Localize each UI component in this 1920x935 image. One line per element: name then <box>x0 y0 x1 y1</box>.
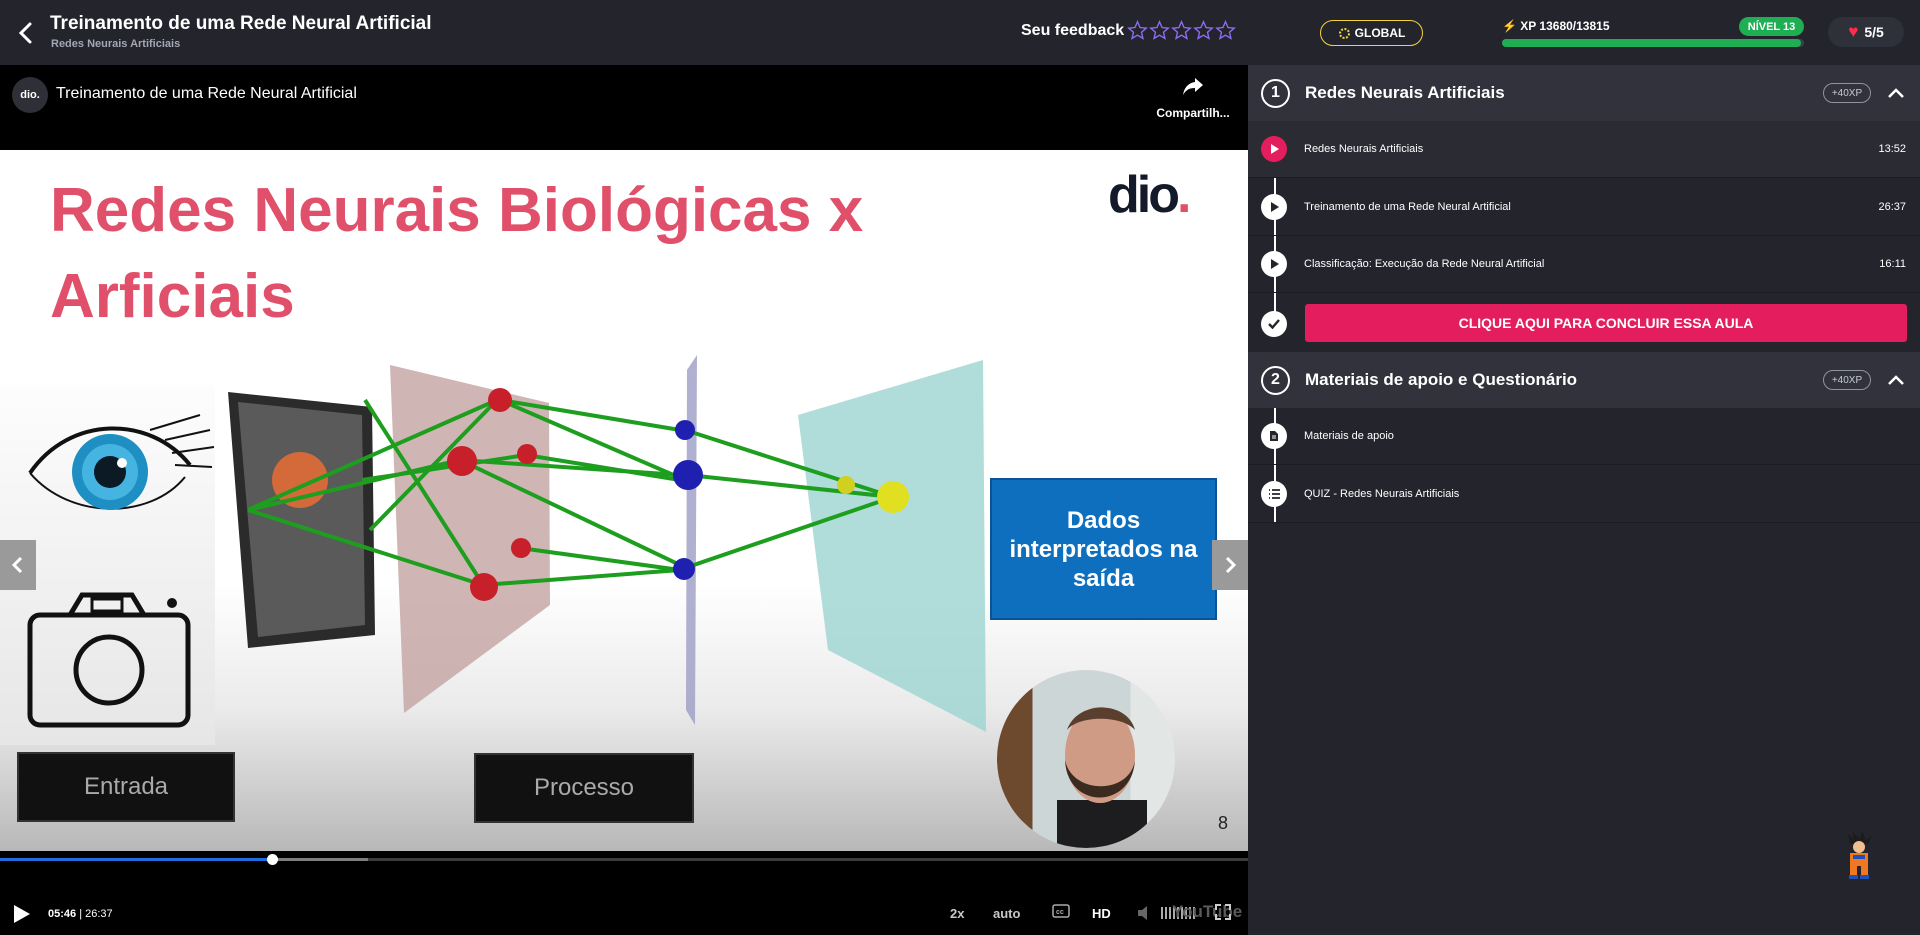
playing-icon <box>1261 136 1287 162</box>
lesson-duration: 16:11 <box>1879 258 1906 270</box>
next-lesson-button[interactable] <box>1212 540 1248 590</box>
section-header-1[interactable]: 1 Redes Neurais Artificiais +40XP <box>1248 65 1920 121</box>
lesson-title: QUIZ - Redes Neurais Artificiais <box>1304 488 1460 500</box>
top-bar: Treinamento de uma Rede Neural Artificia… <box>0 0 1248 65</box>
share-icon <box>1183 78 1203 95</box>
section-xp-badge: +40XP <box>1823 370 1871 390</box>
lesson-title: Materiais de apoio <box>1304 430 1394 442</box>
presenter-face <box>1057 707 1147 848</box>
section-number: 2 <box>1261 365 1290 395</box>
play-icon[interactable] <box>10 903 32 925</box>
feedback-label: Seu feedback <box>1021 22 1125 39</box>
svg-text:cc: cc <box>1056 909 1064 916</box>
process-box: Processo <box>474 753 694 823</box>
star-icon[interactable] <box>1149 20 1170 41</box>
section-title: Redes Neurais Artificiais <box>1305 83 1505 102</box>
chevron-right-icon <box>1225 556 1237 574</box>
lesson-item[interactable]: QUIZ - Redes Neurais Artificiais <box>1248 466 1920 523</box>
lesson-item[interactable]: Materiais de apoio <box>1248 408 1920 465</box>
list-icon <box>1261 481 1287 507</box>
lesson-title: Classificação: Execução da Rede Neural A… <box>1304 258 1545 270</box>
section-header-2[interactable]: 2 Materiais de apoio e Questionário +40X… <box>1248 352 1920 408</box>
course-subtitle: Redes Neurais Artificiais <box>51 38 181 50</box>
back-arrow-icon[interactable] <box>14 20 38 46</box>
play-icon <box>1261 194 1287 220</box>
video-header: dio. Treinamento de uma Rede Neural Arti… <box>0 65 1248 150</box>
presenter-webcam <box>997 670 1175 848</box>
captions-icon[interactable]: cc <box>1052 904 1070 918</box>
chevron-up-icon[interactable] <box>1886 83 1906 103</box>
section-number: 1 <box>1261 78 1290 108</box>
lightning-icon: ⚡ <box>1502 19 1517 33</box>
mascot-sprite <box>1848 831 1872 879</box>
video-controls: 05:46 | 26:37 2x auto cc HD YouTube <box>0 851 1248 935</box>
quality-auto-button[interactable]: auto <box>993 906 1020 921</box>
speed-button[interactable]: 2x <box>950 906 964 921</box>
progress-handle[interactable] <box>267 854 279 865</box>
time-separator: | <box>79 908 83 920</box>
star-icon[interactable] <box>1215 20 1236 41</box>
play-icon <box>1261 251 1287 277</box>
presentation-slide: Redes Neurais Biológicas x Arficiais dio… <box>0 150 1248 851</box>
lesson-title: Treinamento de uma Rede Neural Artificia… <box>1304 201 1511 213</box>
progress-fill <box>0 858 273 861</box>
lesson-title: Redes Neurais Artificiais <box>1304 143 1424 155</box>
lesson-duration: 13:52 <box>1878 143 1906 155</box>
share-button[interactable]: Compartilh... <box>1153 75 1233 120</box>
course-sidebar: GLOBAL ⚡ XP 13680/13815 NÍVEL 13 ♥ 5/5 1… <box>1248 0 1920 935</box>
lives-value: 5/5 <box>1864 24 1884 40</box>
time-display: 05:46 | 26:37 <box>48 908 113 920</box>
output-box: Dados interpretados na saída <box>990 478 1217 620</box>
chevron-left-icon <box>11 556 23 574</box>
lesson-item[interactable]: Classificação: Execução da Rede Neural A… <box>1248 236 1920 293</box>
global-ranking-button[interactable]: GLOBAL <box>1320 20 1423 46</box>
input-box: Entrada <box>17 752 235 822</box>
section-title: Materiais de apoio e Questionário <box>1305 370 1578 389</box>
complete-lesson-button[interactable]: CLIQUE AQUI PARA CONCLUIR ESSA AULA <box>1305 304 1907 342</box>
channel-avatar[interactable]: dio. <box>12 77 48 113</box>
star-icon[interactable] <box>1171 20 1192 41</box>
level-badge: NÍVEL 13 <box>1739 17 1804 36</box>
chevron-up-icon[interactable] <box>1886 370 1906 390</box>
current-time: 05:46 <box>48 908 77 920</box>
lesson-duration: 26:37 <box>1878 201 1906 213</box>
star-icon[interactable] <box>1127 20 1148 41</box>
lives-counter[interactable]: ♥ 5/5 <box>1828 17 1904 47</box>
duration: 26:37 <box>85 908 113 920</box>
star-icon[interactable] <box>1193 20 1214 41</box>
volume-icon[interactable] <box>1136 904 1156 922</box>
share-label: Compartilh... <box>1156 106 1230 120</box>
sun-icon <box>1338 27 1350 39</box>
xp-progress-bar <box>1502 39 1804 47</box>
fullscreen-icon[interactable] <box>1214 903 1232 921</box>
progress-bar[interactable] <box>0 854 1248 865</box>
document-icon <box>1261 423 1287 449</box>
previous-lesson-button[interactable] <box>0 540 36 590</box>
checkmark-icon <box>1261 311 1287 337</box>
xp-label: XP 13680/13815 <box>1520 19 1610 33</box>
slide-page-number: 8 <box>1218 813 1229 833</box>
xp-progress-fill <box>1502 39 1801 47</box>
lesson-item[interactable]: Redes Neurais Artificiais 13:52 <box>1248 121 1920 178</box>
lesson-item[interactable]: Treinamento de uma Rede Neural Artificia… <box>1248 179 1920 236</box>
hd-button[interactable]: HD <box>1092 906 1111 921</box>
xp-counter: ⚡ XP 13680/13815 <box>1502 19 1610 33</box>
rating-stars <box>1127 20 1236 41</box>
video-player[interactable]: dio. Treinamento de uma Rede Neural Arti… <box>0 65 1248 935</box>
section-xp-badge: +40XP <box>1823 83 1871 103</box>
global-label: GLOBAL <box>1354 26 1406 40</box>
heart-icon: ♥ <box>1848 22 1859 41</box>
video-title[interactable]: Treinamento de uma Rede Neural Artificia… <box>56 85 357 103</box>
lesson-title: Treinamento de uma Rede Neural Artificia… <box>50 13 432 34</box>
